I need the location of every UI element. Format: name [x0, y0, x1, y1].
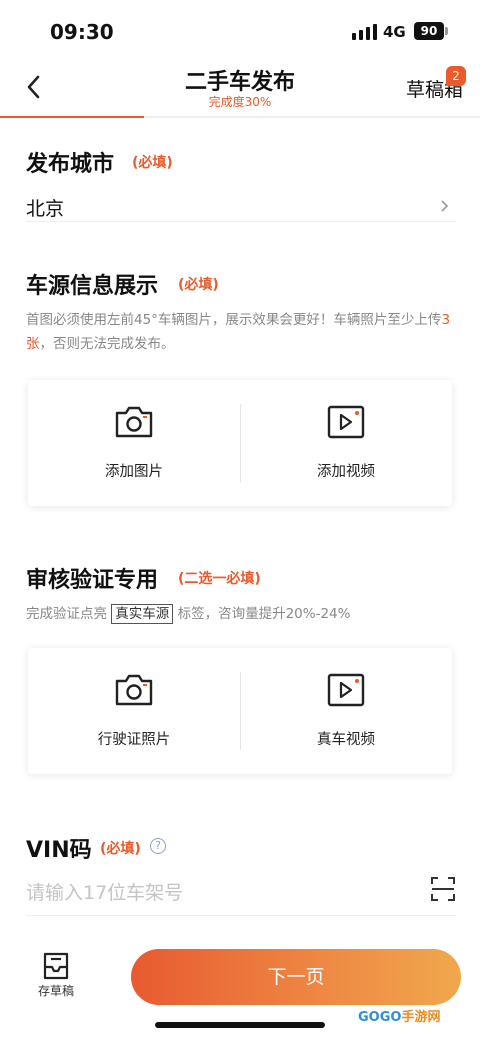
watermark-left: GOGO — [358, 1010, 402, 1025]
city-section-title: 发布城市 — [26, 152, 115, 177]
desc-text: 完成验证点亮 — [26, 606, 107, 622]
add-photo-button[interactable]: 添加图片 — [28, 380, 240, 506]
chevron-right-icon — [440, 198, 450, 217]
status-bar: 09:30 4G 90 — [0, 0, 480, 62]
vin-required-tag: (必填) — [100, 841, 141, 857]
desc-text-end: ，否则无法完成发布。 — [39, 336, 175, 352]
signal-icon — [352, 24, 377, 40]
add-video-button[interactable]: 添加视频 — [240, 380, 452, 506]
save-draft-label: 存草稿 — [37, 984, 74, 998]
nav-bar: 二手车发布 完成度30% 草稿箱 2 — [0, 62, 480, 116]
verification-required-tag: (二选一必填) — [178, 571, 261, 587]
add-video-label: 添加视频 — [317, 464, 375, 480]
battery-tip — [445, 27, 448, 35]
next-page-button[interactable]: 下一页 — [131, 949, 461, 1005]
vehicle-info-desc: 首图必须使用左前45°车辆图片，展示效果会更好！车辆照片至少上传3张，否则无法完… — [26, 308, 456, 356]
scan-icon[interactable] — [430, 876, 456, 902]
vin-input[interactable]: 请输入17位车架号 — [26, 874, 456, 916]
real-source-tag: 真实车源 — [111, 604, 174, 624]
inbox-icon — [43, 952, 69, 980]
city-selector[interactable]: 北京 — [26, 192, 456, 222]
vehicle-info-title: 车源信息展示 — [26, 274, 159, 299]
desc-text: 首图必须使用左前45°车辆图片，展示效果会更好！车辆照片至少上传 — [26, 312, 442, 328]
verification-desc: 完成验证点亮 真实车源 标签，咨询量提升20%-24% — [26, 602, 456, 626]
help-icon[interactable]: ? — [150, 838, 166, 854]
vehicle-info-required-tag: (必填) — [178, 277, 219, 293]
bottom-bar: 存草稿 下一页 GOGO手游网 — [0, 934, 480, 1038]
verification-title: 审核验证专用 — [26, 568, 159, 593]
watermark-right: 手游网 — [401, 1010, 441, 1025]
camera-icon — [114, 404, 154, 440]
vehicle-media-card: 添加图片 添加视频 — [28, 380, 452, 506]
drafts-count-badge: 2 — [446, 66, 466, 86]
battery-icon: 90 — [414, 22, 444, 40]
watermark: GOGO手游网 — [358, 1006, 440, 1025]
city-required-tag: (必填) — [132, 155, 173, 171]
license-photo-label: 行驶证照片 — [97, 732, 171, 748]
real-video-label: 真车视频 — [317, 732, 375, 748]
vin-title: VIN码 — [26, 838, 92, 863]
network-type: 4G — [383, 23, 406, 41]
save-draft-button[interactable]: 存草稿 — [30, 950, 82, 1002]
add-photo-label: 添加图片 — [105, 464, 163, 480]
video-icon — [326, 404, 366, 440]
video-icon — [326, 672, 366, 708]
license-photo-button[interactable]: 行驶证照片 — [28, 648, 240, 774]
status-time: 09:30 — [50, 20, 114, 44]
camera-icon — [114, 672, 154, 708]
main-content: 发布城市 (必填) 北京 车源信息展示 (必填) 首图必须使用左前45°车辆图片… — [0, 118, 480, 934]
verification-media-card: 行驶证照片 真车视频 — [28, 648, 452, 774]
real-video-button[interactable]: 真车视频 — [240, 648, 452, 774]
vin-placeholder: 请输入17位车架号 — [26, 882, 184, 904]
home-indicator — [155, 1022, 325, 1028]
city-value: 北京 — [26, 198, 65, 220]
desc-text-end: 标签，咨询量提升20%-24% — [177, 606, 351, 622]
